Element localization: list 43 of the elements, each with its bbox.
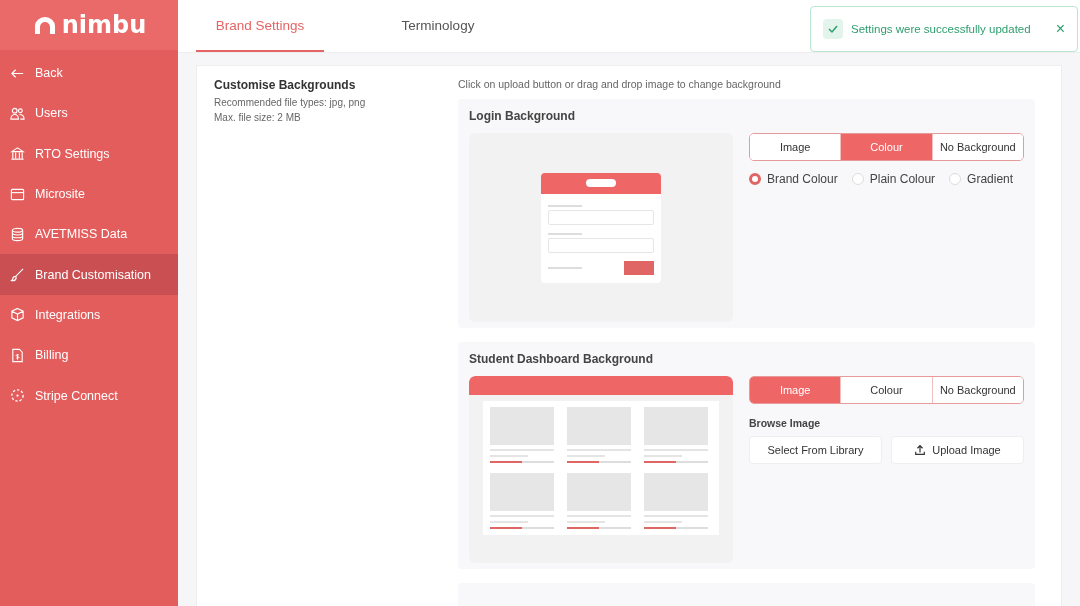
toast-message: Settings were successfully updated (851, 23, 1032, 35)
browse-button[interactable]: Upload Image (891, 436, 1024, 464)
sidebar-item[interactable]: Integrations (0, 294, 178, 336)
document-dollar-icon (10, 347, 25, 363)
file-hint: Max. file size: 2 MB (214, 111, 302, 125)
check-icon (823, 19, 843, 39)
upload-icon (914, 444, 927, 456)
sidebar-item[interactable]: Billing (0, 335, 178, 376)
users-icon (10, 105, 25, 121)
instruction-text: Click on upload button or drag and drop image to change background (458, 78, 782, 90)
window-icon (10, 186, 25, 202)
bank-icon (10, 146, 25, 162)
panel-title: Customise Backgrounds (214, 78, 357, 92)
tab[interactable]: Terminology (374, 0, 502, 52)
sidebar-item[interactable]: Brand Customisation (0, 254, 178, 295)
radio-option[interactable]: Brand Colour (749, 172, 838, 186)
brush-icon (10, 267, 25, 283)
database-icon (10, 226, 25, 242)
segment-option[interactable]: No Background (931, 377, 1023, 403)
section-title: Login Background (469, 109, 576, 123)
segment-option[interactable]: Image (750, 134, 841, 160)
segment-option[interactable]: Colour (840, 134, 932, 160)
sidebar-item[interactable]: Back (0, 53, 178, 94)
tab[interactable]: Brand Settings (196, 0, 324, 52)
sidebar-item[interactable]: RTO Settings (0, 133, 178, 174)
segment-option[interactable]: No Background (931, 134, 1023, 160)
section-title: Student Dashboard Background (469, 352, 654, 366)
dotted-circle-icon (10, 388, 25, 403)
sidebar-item[interactable]: Users (0, 93, 178, 134)
brand-logo: nimbu (0, 0, 178, 50)
browse-button[interactable]: Select From Library (749, 436, 882, 464)
radio-option[interactable]: Plain Colour (851, 172, 936, 186)
browse-label: Browse Image (749, 417, 822, 429)
sidebar-item[interactable]: AVETMISS Data (0, 214, 178, 255)
file-hint: Recommended file types: jpg, png (214, 96, 367, 110)
segment-option[interactable]: Colour (840, 377, 932, 403)
segment-option[interactable]: Image (750, 377, 841, 403)
radio-circle[interactable] (749, 173, 761, 185)
sidebar-item[interactable]: Stripe Connect (0, 375, 178, 416)
sidebar-item[interactable]: Microsite (0, 173, 178, 215)
cube-icon (10, 307, 25, 323)
close-button[interactable]: × (1055, 20, 1065, 38)
radio-option[interactable]: Gradient (949, 172, 1014, 186)
